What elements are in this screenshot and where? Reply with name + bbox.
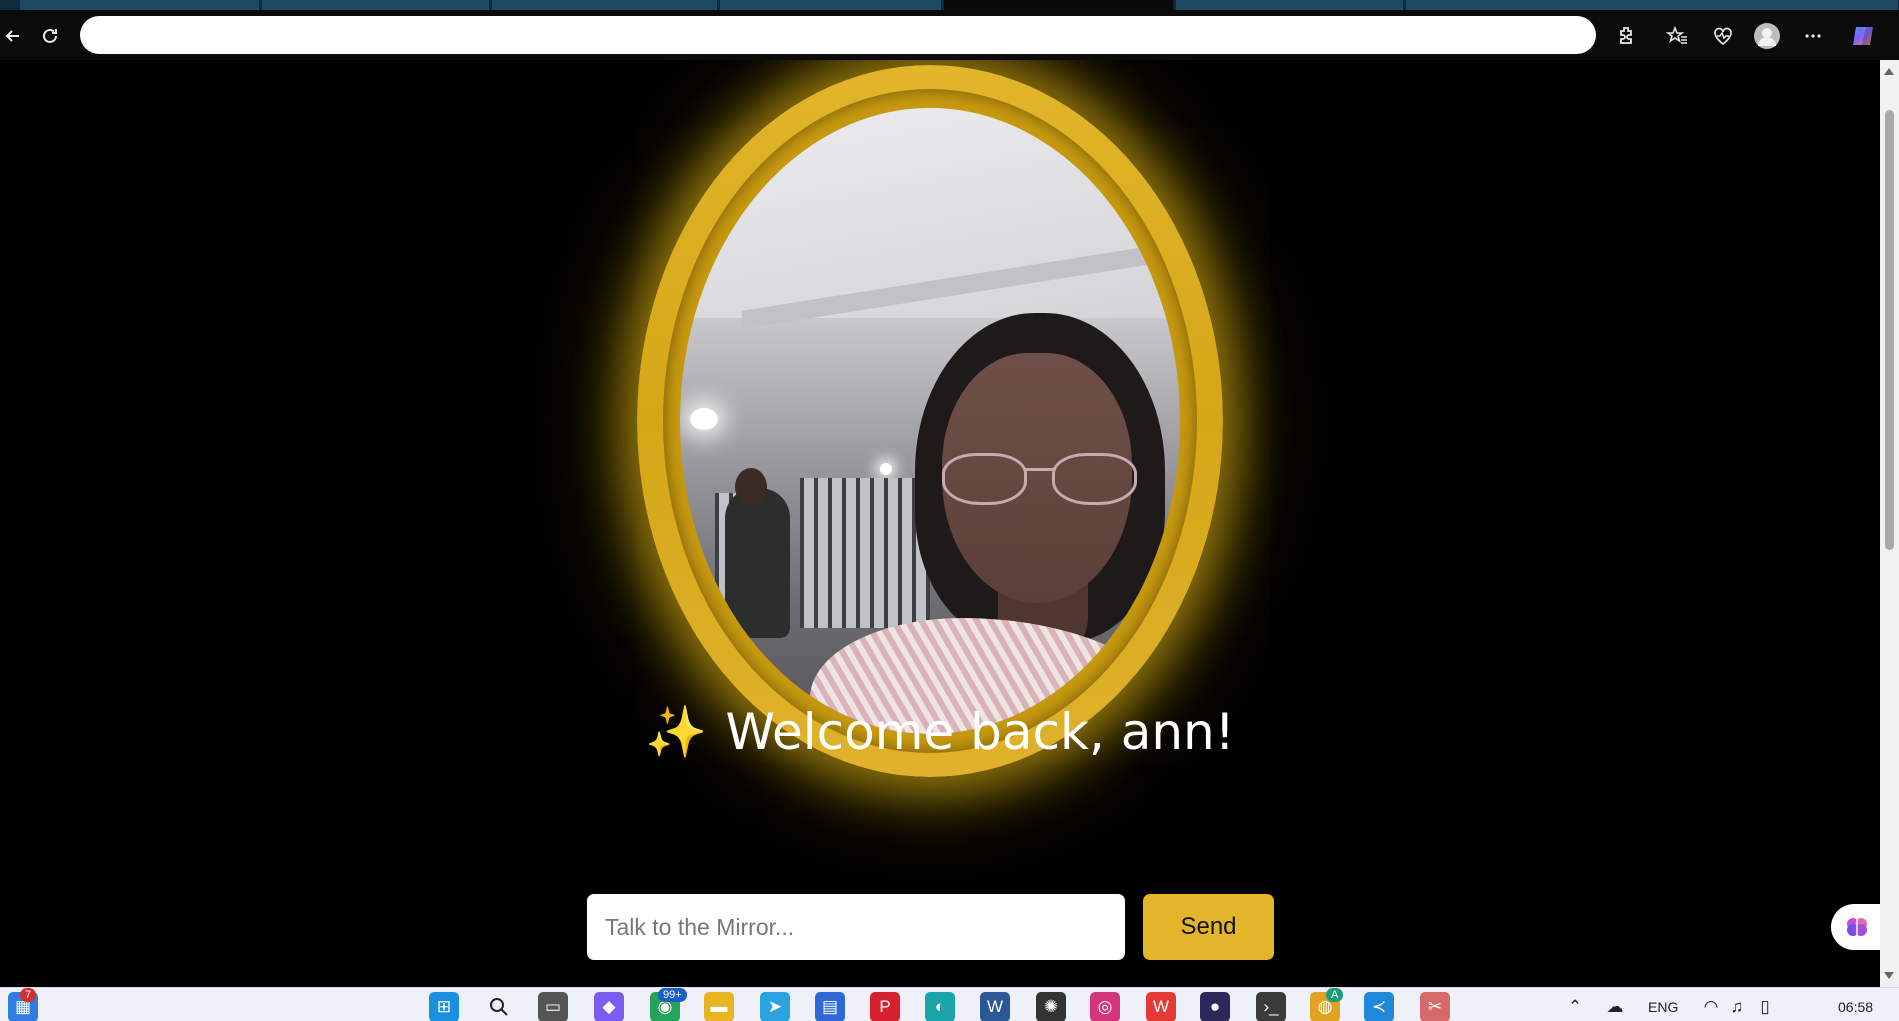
- tab-strip: [0, 0, 1899, 10]
- store-icon[interactable]: ▤: [815, 992, 845, 1021]
- vscode-icon[interactable]: ≺: [1364, 992, 1394, 1021]
- favorites-icon[interactable]: [1664, 23, 1690, 49]
- webcam-feed: [680, 108, 1180, 734]
- instagram-icon[interactable]: ◎: [1090, 992, 1120, 1021]
- welcome-heading: ✨ Welcome back, ann!: [0, 703, 1880, 762]
- volume-icon[interactable]: ♫: [1722, 992, 1752, 1021]
- ceiling-light: [690, 408, 718, 430]
- onedrive-icon[interactable]: ☁: [1600, 992, 1630, 1021]
- copilot-icon[interactable]: [1850, 23, 1876, 49]
- clock[interactable]: 06:58: [1838, 999, 1873, 1015]
- browser-tab[interactable]: [720, 0, 942, 10]
- snipping-tool-icon[interactable]: ✂: [1420, 992, 1450, 1021]
- browser-tab[interactable]: [262, 0, 490, 10]
- brain-assistant-icon[interactable]: [1831, 904, 1880, 950]
- page-scrollbar[interactable]: [1880, 60, 1899, 987]
- profile-icon[interactable]: [1754, 23, 1780, 49]
- page-content: ✨ Welcome back, ann! Send: [0, 60, 1880, 987]
- language-indicator[interactable]: ENG: [1648, 999, 1678, 1015]
- more-icon[interactable]: [1800, 23, 1826, 49]
- mirror-frame: [637, 65, 1223, 777]
- glasses: [942, 453, 1142, 508]
- scroll-down-icon[interactable]: [1884, 972, 1894, 979]
- scrollbar-thumb[interactable]: [1885, 110, 1894, 550]
- file-explorer-icon[interactable]: ▬: [704, 992, 734, 1021]
- wps-icon[interactable]: W: [1146, 992, 1176, 1021]
- task-view-icon[interactable]: ▭: [538, 992, 568, 1021]
- pinterest-icon[interactable]: P: [870, 992, 900, 1021]
- notification-badge: 99+: [658, 988, 687, 1002]
- copilot-app-icon[interactable]: ◆: [594, 992, 624, 1021]
- browser-tab[interactable]: [20, 0, 260, 10]
- word-icon[interactable]: W: [980, 992, 1010, 1021]
- back-icon[interactable]: [0, 23, 26, 49]
- extensions-icon[interactable]: [1614, 23, 1640, 49]
- background-person: [725, 488, 790, 638]
- battery-icon[interactable]: ▯: [1750, 992, 1780, 1021]
- profile-badge: A: [1326, 988, 1344, 1002]
- chatgpt-icon[interactable]: ✺: [1036, 992, 1066, 1021]
- background-person-head: [735, 468, 767, 506]
- chevron-up-icon[interactable]: ⌃: [1560, 992, 1590, 1021]
- taskbar: ▦ 7 ⊞ ▭ ◆ ◉ 99+ ▬ ➤ ▤ P ◐ W ✺ ◎ W ● ›_ ◍…: [0, 987, 1899, 1021]
- browser-tab[interactable]: [492, 0, 718, 10]
- window-grille: [800, 478, 930, 628]
- welcome-text: Welcome back, ann!: [725, 703, 1235, 761]
- telegram-icon[interactable]: ➤: [760, 992, 790, 1021]
- ceiling-light: [880, 463, 892, 475]
- browser-tab[interactable]: [1406, 0, 1899, 10]
- send-button[interactable]: Send: [1143, 894, 1274, 960]
- browser-tab[interactable]: [1176, 0, 1404, 10]
- health-icon[interactable]: [1710, 23, 1736, 49]
- start-icon[interactable]: ⊞: [429, 992, 459, 1021]
- edge-icon[interactable]: ◐: [925, 992, 955, 1021]
- sparkles-icon: ✨: [645, 703, 708, 761]
- app-icon[interactable]: ●: [1200, 992, 1230, 1021]
- browser-toolbar: [0, 10, 1899, 60]
- notification-badge: 7: [20, 988, 37, 1002]
- refresh-icon[interactable]: [37, 23, 63, 49]
- address-bar[interactable]: [80, 16, 1596, 54]
- browser-tab-active[interactable]: [944, 0, 1174, 10]
- scroll-up-icon[interactable]: [1884, 68, 1894, 75]
- terminal-icon[interactable]: ›_: [1256, 992, 1286, 1021]
- search-icon[interactable]: [484, 992, 514, 1021]
- chat-input[interactable]: [587, 894, 1125, 960]
